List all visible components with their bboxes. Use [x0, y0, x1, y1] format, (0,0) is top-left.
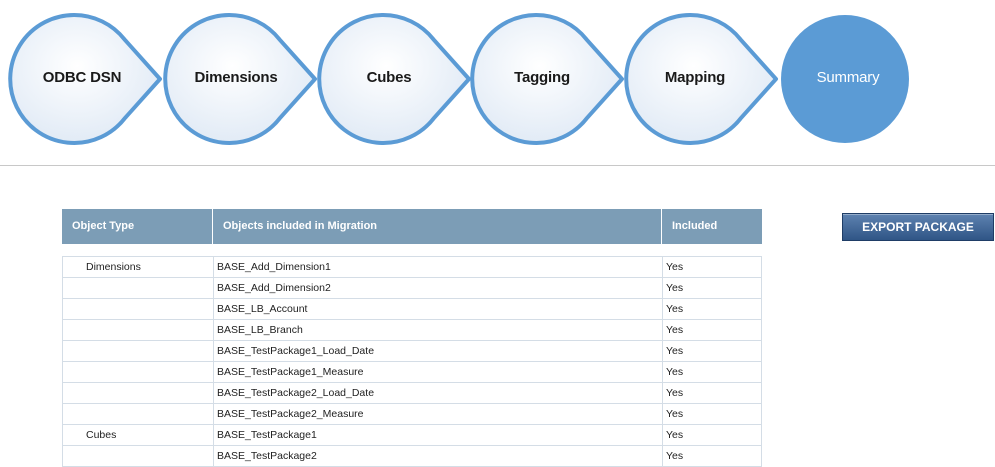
cell-object-type	[62, 383, 213, 403]
cell-object-name: BASE_TestPackage2	[213, 446, 662, 466]
wizard-progress: ODBC DSN Dimensions Cubes Tagging Mappin…	[0, 0, 995, 165]
table-header: Object Type Objects included in Migratio…	[62, 209, 762, 244]
table-row: BASE_TestPackage2_Load_Date Yes	[62, 383, 762, 404]
cell-object-type	[62, 278, 213, 298]
table-row: BASE_TestPackage1_Load_Date Yes	[62, 341, 762, 362]
cell-object-name: BASE_TestPackage1_Measure	[213, 362, 662, 382]
cell-object-type	[62, 404, 213, 424]
cell-included: Yes	[662, 320, 762, 340]
table-row: Dimensions BASE_Add_Dimension1 Yes	[62, 257, 762, 278]
section-divider	[0, 165, 995, 166]
cell-object-name: BASE_LB_Account	[213, 299, 662, 319]
cell-included: Yes	[662, 425, 762, 445]
cell-object-type: Dimensions	[62, 257, 213, 277]
step-mapping[interactable]: Mapping	[625, 66, 765, 90]
export-package-button[interactable]: EXPORT PACKAGE	[842, 213, 994, 241]
cell-object-type	[62, 446, 213, 466]
step-dimensions[interactable]: Dimensions	[166, 66, 306, 90]
step-cubes[interactable]: Cubes	[319, 66, 459, 90]
cell-object-name: BASE_Add_Dimension1	[213, 257, 662, 277]
cell-object-type	[62, 320, 213, 340]
cell-object-name: BASE_TestPackage1_Load_Date	[213, 341, 662, 361]
table-row: BASE_LB_Account Yes	[62, 299, 762, 320]
cell-included: Yes	[662, 257, 762, 277]
table-row: BASE_LB_Branch Yes	[62, 320, 762, 341]
cell-object-type: Cubes	[62, 425, 213, 445]
cell-included: Yes	[662, 299, 762, 319]
migration-table: Dimensions BASE_Add_Dimension1 Yes BASE_…	[62, 256, 762, 467]
cell-object-name: BASE_TestPackage2_Measure	[213, 404, 662, 424]
column-header-object-type: Object Type	[62, 209, 213, 244]
table-row: BASE_TestPackage2 Yes	[62, 446, 762, 467]
column-header-included: Included	[672, 220, 718, 232]
cell-object-type	[62, 299, 213, 319]
cell-object-name: BASE_TestPackage1	[213, 425, 662, 445]
cell-object-name: BASE_LB_Branch	[213, 320, 662, 340]
table-row: BASE_Add_Dimension2 Yes	[62, 278, 762, 299]
table-row: BASE_TestPackage1_Measure Yes	[62, 362, 762, 383]
step-summary[interactable]: Summary	[778, 66, 918, 90]
cell-object-name: BASE_TestPackage2_Load_Date	[213, 383, 662, 403]
step-tagging[interactable]: Tagging	[472, 66, 612, 90]
cell-object-type	[62, 362, 213, 382]
cell-included: Yes	[662, 341, 762, 361]
cell-object-name: BASE_Add_Dimension2	[213, 278, 662, 298]
cell-included: Yes	[662, 362, 762, 382]
step-odbc-dsn[interactable]: ODBC DSN	[12, 66, 152, 90]
column-header-objects: Objects included in Migration	[213, 209, 662, 244]
table-row: BASE_TestPackage2_Measure Yes	[62, 404, 762, 425]
cell-included: Yes	[662, 278, 762, 298]
cell-object-type	[62, 341, 213, 361]
cell-included: Yes	[662, 383, 762, 403]
table-row: Cubes BASE_TestPackage1 Yes	[62, 425, 762, 446]
cell-included: Yes	[662, 404, 762, 424]
cell-included: Yes	[662, 446, 762, 466]
